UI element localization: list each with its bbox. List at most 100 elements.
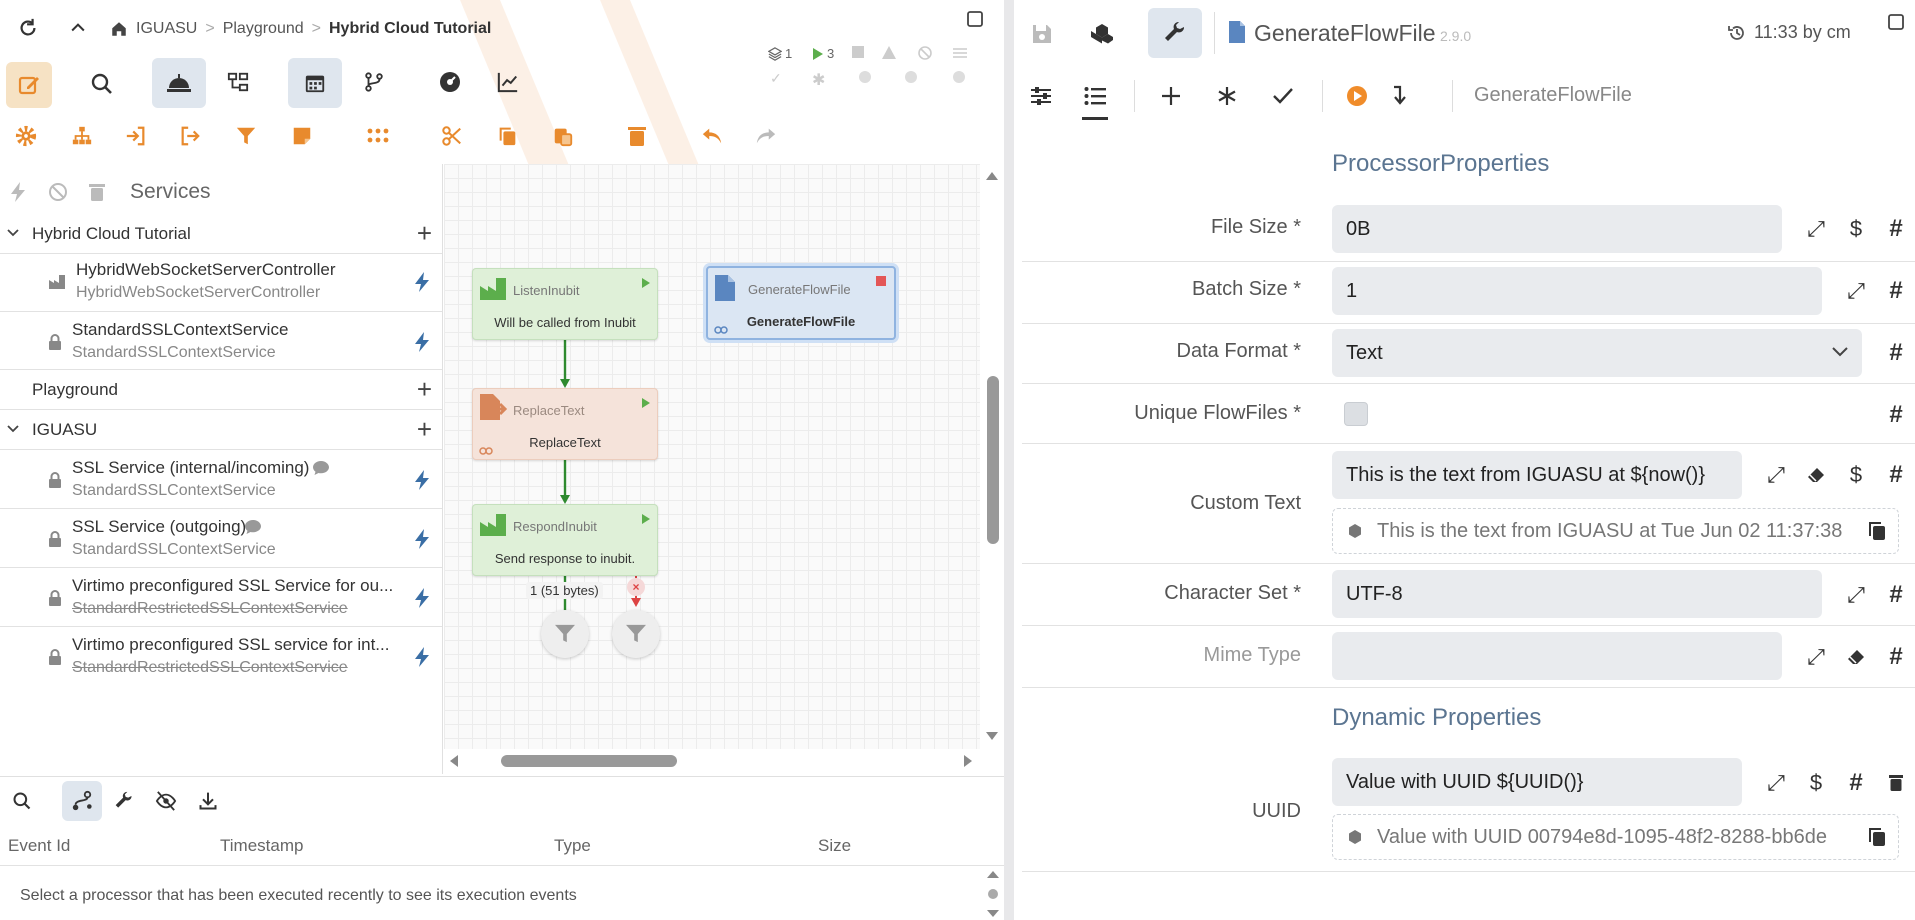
refresh-button[interactable] (8, 8, 48, 48)
column-size[interactable]: Size (818, 836, 851, 856)
failure-close-icon[interactable]: × (627, 578, 645, 596)
column-timestamp[interactable]: Timestamp (220, 836, 303, 856)
settings-tab-button[interactable] (1148, 8, 1202, 58)
file-size-input[interactable]: 0B (1332, 205, 1782, 253)
funnel-failure[interactable] (612, 610, 660, 658)
parameter-hash-icon[interactable]: # (1881, 214, 1911, 244)
add-property-button[interactable] (1144, 72, 1198, 120)
column-event-id[interactable]: Event Id (8, 836, 70, 856)
group-button[interactable] (62, 116, 102, 156)
enable-lightning-icon[interactable] (414, 470, 430, 490)
tree-item-service[interactable]: StandardSSLContextService StandardSSLCon… (0, 312, 442, 370)
tree-group-hybrid[interactable]: Hybrid Cloud Tutorial + (0, 214, 442, 254)
maximize-button[interactable] (960, 4, 990, 34)
breadcrumb-item-current[interactable]: Hybrid Cloud Tutorial (329, 20, 491, 38)
delete-property-button[interactable] (1881, 768, 1911, 798)
data-format-select[interactable]: Text (1332, 329, 1862, 377)
breadcrumb-item-playground[interactable]: Playground (223, 20, 304, 38)
parameter-hash-icon[interactable]: # (1841, 768, 1871, 798)
flow-canvas[interactable]: ListenInubit Will be called from Inubit … (444, 164, 980, 749)
processor-generate-flowfile[interactable]: GenerateFlowFile GenerateFlowFile (706, 266, 896, 340)
enable-lightning-icon[interactable] (414, 647, 430, 667)
configure-button[interactable] (6, 116, 46, 156)
save-button[interactable] (1020, 12, 1064, 56)
execution-events-tab[interactable] (62, 781, 102, 821)
settings-tab[interactable] (104, 781, 144, 821)
expression-dollar-icon[interactable]: $ (1841, 460, 1871, 490)
grid-button[interactable] (358, 116, 398, 156)
parameter-hash-icon[interactable]: # (1881, 460, 1911, 490)
column-type[interactable]: Type (554, 836, 591, 856)
expand-icon[interactable]: ⤢ (1801, 214, 1831, 244)
events-scrollbar[interactable] (986, 868, 1000, 920)
custom-text-input[interactable]: This is the text from IGUASU at ${now()} (1332, 451, 1742, 499)
scroll-thumb[interactable] (987, 376, 999, 544)
tab-basic-settings[interactable] (1014, 72, 1068, 120)
tree-group-iguasu[interactable]: IGUASU + (0, 410, 442, 450)
tree-item-service[interactable]: HybridWebSocketServerController HybridWe… (0, 254, 442, 312)
parameter-hash-icon[interactable]: # (1881, 580, 1911, 610)
add-service-button[interactable]: + (417, 220, 432, 246)
character-set-input[interactable]: UTF-8 (1332, 570, 1822, 618)
processor-replace-text[interactable]: ReplaceText ReplaceText (472, 388, 658, 460)
unique-flowfiles-checkbox[interactable] (1344, 402, 1368, 426)
delete-button[interactable] (617, 116, 657, 156)
enable-lightning-icon[interactable] (414, 588, 430, 608)
uuid-input[interactable]: Value with UUID ${UUID()} (1332, 758, 1742, 806)
expand-icon[interactable]: ⤢ (1761, 460, 1791, 490)
search-button[interactable] (82, 64, 122, 104)
view-services-button[interactable] (152, 58, 206, 108)
scroll-right-icon[interactable] (964, 755, 974, 767)
add-service-button[interactable]: + (417, 376, 432, 402)
undo-button[interactable] (692, 116, 732, 156)
paste-button[interactable] (543, 116, 583, 156)
queue-label[interactable]: 1 (51 bytes) (526, 582, 603, 599)
scroll-down-icon[interactable] (986, 732, 998, 742)
tree-item-service[interactable]: Virtimo preconfigured SSL Service for ou… (0, 568, 442, 627)
tab-properties[interactable] (1068, 72, 1122, 120)
validate-button[interactable] (1256, 72, 1310, 120)
trash-icon[interactable] (88, 182, 106, 202)
processor-respond-inubit[interactable]: RespondInubit Send response to inubit. (472, 504, 658, 576)
enable-lightning-icon[interactable] (414, 272, 430, 292)
canvas-horizontal-scrollbar[interactable] (444, 749, 980, 774)
tree-item-service[interactable]: SSL Service (internal/incoming) Standard… (0, 450, 442, 509)
download-button[interactable] (188, 781, 228, 821)
mime-type-input[interactable] (1332, 632, 1782, 680)
expression-dollar-icon[interactable]: $ (1841, 214, 1871, 244)
view-statistics-button[interactable] (488, 62, 528, 102)
parameter-hash-icon[interactable]: # (1881, 338, 1911, 368)
tree-group-playground[interactable]: Playground + (0, 370, 442, 410)
breadcrumb-item-iguasu[interactable]: IGUASU (136, 20, 197, 38)
step-into-button[interactable] (1374, 72, 1428, 120)
enable-lightning-icon[interactable] (414, 529, 430, 549)
hide-button[interactable] (146, 781, 186, 821)
eraser-icon[interactable] (1841, 642, 1871, 672)
scroll-up-icon[interactable] (986, 170, 998, 180)
show-required-button[interactable] (1200, 72, 1254, 120)
scroll-thumb[interactable] (501, 755, 677, 767)
view-dashboard-button[interactable] (430, 62, 470, 102)
processor-listen-inubit[interactable]: ListenInubit Will be called from Inubit (472, 268, 658, 340)
edit-mode-button[interactable] (6, 62, 52, 108)
copy-button[interactable] (488, 116, 528, 156)
input-port-button[interactable] (116, 116, 156, 156)
events-search-button[interactable] (2, 781, 42, 821)
tree-item-service[interactable]: SSL Service (outgoing) StandardSSLContex… (0, 509, 442, 568)
disable-icon[interactable] (48, 182, 68, 202)
redo-button[interactable] (746, 116, 786, 156)
parameter-hash-icon[interactable]: # (1881, 642, 1911, 672)
funnel-success[interactable] (541, 610, 589, 658)
lightning-icon[interactable] (10, 182, 26, 202)
expression-dollar-icon[interactable]: $ (1801, 768, 1831, 798)
parameter-hash-icon[interactable]: # (1881, 400, 1911, 430)
maximize-editor-button[interactable] (1884, 10, 1908, 34)
canvas-vertical-scrollbar[interactable] (980, 164, 1004, 749)
expand-icon[interactable]: ⤢ (1801, 642, 1831, 672)
scroll-left-icon[interactable] (448, 755, 458, 767)
history-icon[interactable] (1728, 24, 1746, 42)
expand-icon[interactable]: ⤢ (1841, 580, 1871, 610)
label-button[interactable] (282, 116, 322, 156)
navigate-up-button[interactable] (58, 8, 98, 48)
relationships-button[interactable] (1080, 12, 1124, 56)
